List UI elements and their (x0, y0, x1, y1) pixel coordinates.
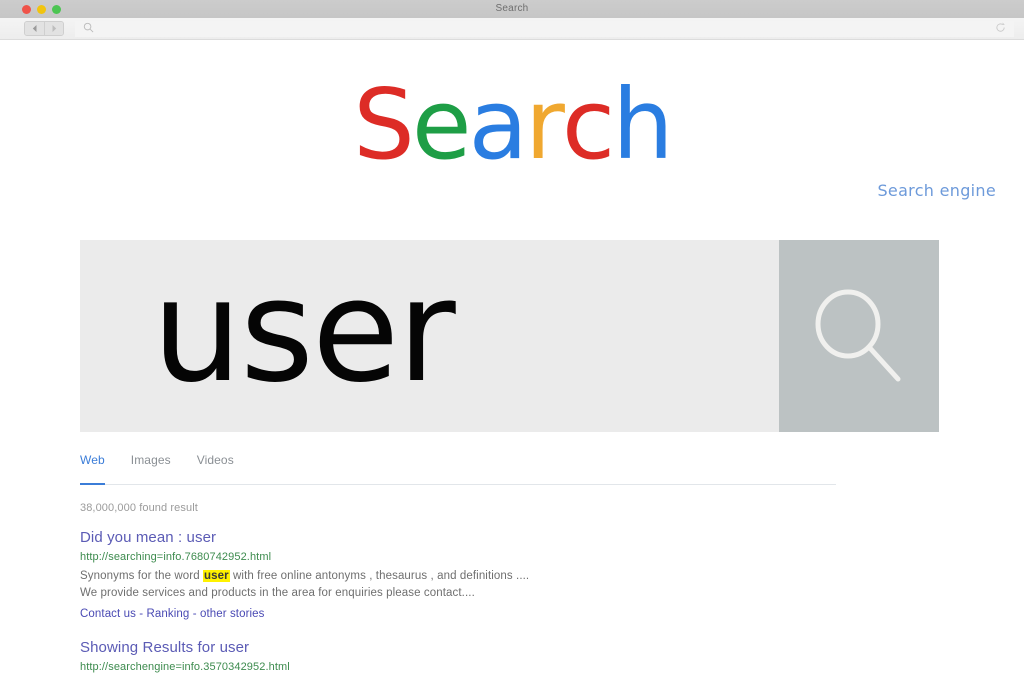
logo-letter-s: S (353, 68, 415, 181)
navigation-buttons[interactable] (24, 21, 64, 36)
snippet-text-after: with free online antonyms , thesaurus , … (229, 569, 530, 582)
search-icon (83, 20, 94, 38)
result-link[interactable]: Ranking (147, 608, 190, 620)
tab-web-label: Web (80, 453, 105, 467)
minimize-window-button[interactable] (37, 4, 46, 14)
result-title-link[interactable]: Showing Results for user (80, 638, 860, 658)
tab-images-label: Images (130, 453, 171, 467)
site-logo: Search Search engine (0, 76, 1024, 200)
browser-window: Search Search Search engine user Web Ima… (0, 0, 1024, 675)
search-box: user (80, 240, 939, 432)
result-link[interactable]: other stories (200, 608, 265, 620)
snippet-highlight: user (203, 569, 230, 582)
result-item: Showing Results for user http://searchen… (80, 638, 860, 675)
tab-web[interactable]: Web (80, 453, 105, 485)
close-window-button[interactable] (22, 4, 31, 14)
tab-videos[interactable]: Videos (197, 454, 234, 475)
magnifier-icon (807, 284, 911, 388)
chevron-right-icon (51, 24, 58, 33)
result-count: 38,000,000 found result (80, 502, 198, 514)
search-results: 38,000,000 found result Did you mean : u… (80, 502, 860, 675)
reload-icon[interactable] (995, 20, 1006, 38)
result-title-link[interactable]: Did you mean : user (80, 528, 860, 548)
forward-button[interactable] (44, 22, 63, 35)
result-footer-links: Contact us - Ranking - other stories (80, 608, 860, 620)
chevron-left-icon (31, 24, 38, 33)
result-snippet: Synonyms for the word user with free onl… (80, 568, 860, 604)
logo-letter-c: c (561, 68, 615, 181)
browser-toolbar (0, 18, 1024, 40)
window-controls[interactable] (22, 0, 61, 18)
result-tabs: Web Images Videos (80, 454, 836, 485)
address-bar[interactable] (75, 20, 1014, 38)
logo-letter-r: r (525, 68, 565, 181)
link-separator: - (135, 608, 147, 621)
result-link[interactable]: Contact us (80, 608, 136, 620)
back-button[interactable] (25, 22, 44, 35)
tab-images[interactable]: Images (131, 454, 171, 475)
logo-letter-a: a (468, 68, 528, 181)
logo-letter-h: h (612, 68, 674, 181)
window-title: Search (495, 3, 529, 14)
tab-videos-label: Videos (196, 453, 234, 467)
result-url[interactable]: http://searchengine=info.3570342952.html (80, 661, 860, 673)
page-content: Search Search engine user Web Images Vid… (0, 40, 1024, 674)
snippet-text-line2: We provide services and products in the … (80, 587, 475, 600)
logo-tagline: Search engine (877, 181, 996, 200)
logo-wordmark: Search (0, 76, 1024, 173)
search-input[interactable]: user (80, 240, 779, 432)
logo-letter-e: e (411, 68, 472, 181)
link-separator: - (189, 608, 200, 621)
search-input-value: user (152, 249, 456, 414)
result-item: Did you mean : user http://searching=inf… (80, 528, 860, 620)
snippet-text-before: Synonyms for the word (80, 569, 204, 582)
result-url[interactable]: http://searching=info.7680742952.html (80, 551, 860, 563)
search-submit-button[interactable] (779, 240, 939, 432)
zoom-window-button[interactable] (52, 4, 61, 14)
window-titlebar: Search (0, 0, 1024, 18)
